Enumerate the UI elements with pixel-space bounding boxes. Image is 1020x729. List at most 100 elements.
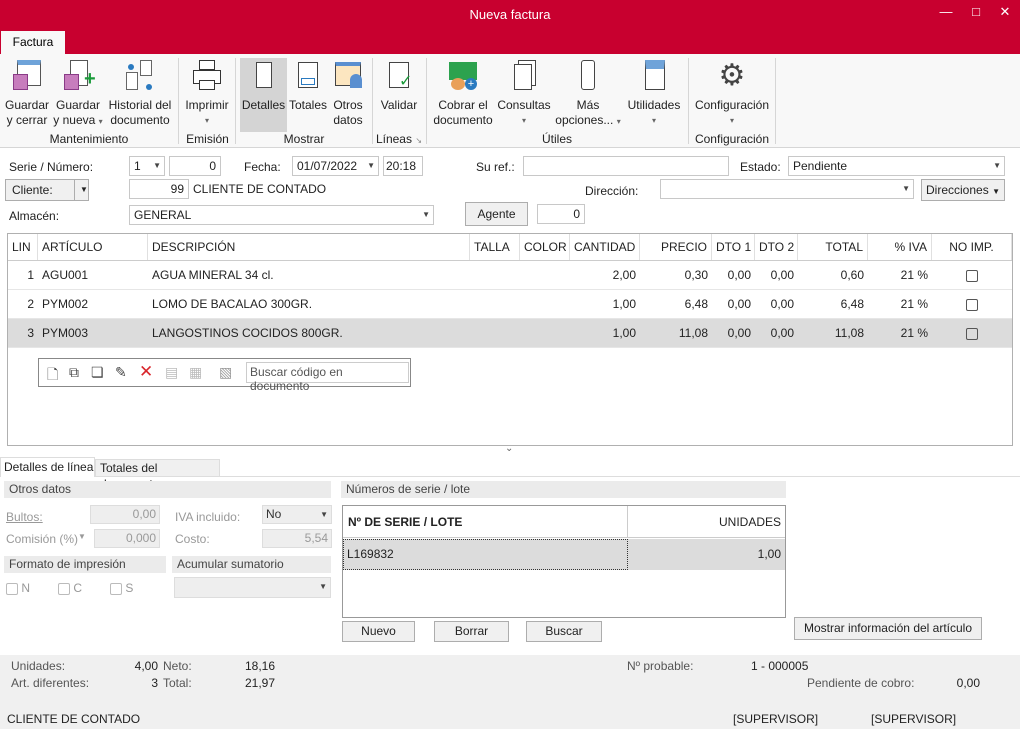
more-options-button[interactable]: Más opciones... ▾ [554,58,622,129]
series-col-lote: Nº DE SERIE / LOTE [343,506,628,538]
other-data-button[interactable]: Otros datos [330,58,366,128]
direcciones-button[interactable]: Direcciones ▼ [921,179,1005,201]
cliente-code-input[interactable]: 99 [129,179,189,199]
column-header[interactable]: COLOR [520,234,570,260]
lines-grid: LIN ARTÍCULO DESCRIPCIÓN TALLA COLOR CANTIDAD… [7,233,1013,446]
column-header[interactable]: DESCRIPCIÓN [148,234,470,260]
column-header[interactable]: TOTAL [798,234,868,260]
new-line-icon[interactable]: 🗋 [47,364,58,388]
grid-cell: LOMO DE BACALAO 300GR. [152,297,313,311]
maximize-button[interactable]: □ [964,4,988,24]
details-icon [248,58,280,94]
grid-cell: 0,00 [770,268,794,282]
cliente-name: CLIENTE DE CONTADO [193,182,327,196]
column-header[interactable]: DTO 1 [712,234,755,260]
save-new-button[interactable]: + Guardar y nueva ▾ [53,58,103,129]
agente-input[interactable]: 0 [537,204,585,224]
format-c-checkbox[interactable]: C [58,581,82,595]
pendiente-value: 0,00 [956,676,980,690]
print-button[interactable]: Imprimir ▾ [184,58,230,128]
serie-select[interactable]: 1 ▼ [129,156,165,176]
column-header[interactable]: CANTIDAD [570,234,640,260]
totals-button[interactable]: Totales [289,58,327,113]
table-row[interactable]: 3 PYM003 LANGOSTINOS COCIDOS 800GR. 1,00 11,… [8,319,1012,348]
acumular-select[interactable]: ▼ [174,577,331,598]
borrar-button[interactable]: Borrar [434,621,509,642]
image-icon[interactable]: ▦ [189,364,202,381]
mostrar-info-button[interactable]: Mostrar información del artículo [794,617,982,640]
grid-cell [520,290,570,318]
grid-cell: 11,08 [834,326,864,340]
serie-label: Serie / Número: [9,160,94,174]
collect-button[interactable]: + Cobrar el documento [432,58,494,128]
history-button[interactable]: Historial del documento [107,58,173,128]
cliente-button[interactable]: Cliente: ▼ [5,179,89,201]
column-header[interactable]: NO IMP. [932,234,1012,260]
hora-input[interactable]: 20:18 [383,156,423,176]
edit-line-icon[interactable]: ✎ [115,364,127,381]
column-header[interactable]: TALLA [470,234,520,260]
estado-select[interactable]: Pendiente ▼ [788,156,1005,176]
grid-cell: 6,48 [840,297,864,311]
neto-value: 18,16 [245,659,276,673]
agente-button[interactable]: Agente [465,202,528,226]
format-n-checkbox[interactable]: N [6,581,30,595]
search-code-input[interactable]: Buscar código en documento [246,362,409,393]
almacen-select[interactable]: GENERAL ▼ [129,205,434,225]
printer-icon [191,58,223,94]
tab-factura[interactable]: Factura [1,31,65,54]
gear-icon: ⚙ [718,59,746,92]
delete-line-icon[interactable]: ✕ [139,362,153,382]
pendiente-label: Pendiente de cobro: [807,676,915,690]
buscar-button[interactable]: Buscar [526,621,602,642]
numero-input[interactable]: 0 [169,156,221,176]
grid-cell: 1,00 [612,326,636,340]
tab-detalles-linea[interactable]: Detalles de línea [0,457,95,477]
column-header[interactable]: LIN [8,234,38,260]
tab-totales-documento[interactable]: Totales del documento [95,459,220,491]
direccion-select[interactable]: ▼ [660,179,914,199]
chevron-down-icon[interactable]: ⌄ [505,443,513,454]
comision-input[interactable]: 0,000 [94,529,160,548]
format-s-checkbox[interactable]: S [110,581,133,595]
total-value: 21,97 [245,676,276,690]
notes-icon[interactable]: ▤ [165,364,178,381]
copy-line-icon[interactable]: ❏ [91,364,104,381]
scanner-icon[interactable]: ▧ [219,364,232,381]
table-row[interactable]: 1 AGU001 AGUA MINERAL 34 cl. 2,00 0,30 0,00 0,… [8,261,1012,290]
direccion-label: Dirección: [585,184,639,198]
no-imp-checkbox[interactable] [932,319,1012,347]
grid-cell [470,261,520,289]
column-header[interactable]: PRECIO [640,234,712,260]
column-header[interactable]: % IVA [868,234,932,260]
queries-button[interactable]: Consultas ▾ [496,58,552,128]
costo-input[interactable]: 5,54 [262,529,332,548]
details-button[interactable]: Detalles [240,58,287,132]
validate-icon: ✓ [383,58,415,94]
utilities-button[interactable]: Utilidades ▾ [626,58,682,128]
suref-input[interactable] [523,156,729,176]
column-header[interactable]: DTO 2 [755,234,798,260]
comision-dropdown[interactable]: ▼ [78,532,86,541]
validate-button[interactable]: ✓ Validar [378,58,420,113]
close-button[interactable]: ✕ [993,4,1017,24]
save-close-button[interactable]: Guardar y cerrar [4,58,50,128]
configuration-button[interactable]: ⚙ Configuración ▾ [692,58,772,128]
insert-line-icon[interactable]: ⧉ [69,364,79,381]
unidades-label: Unidades: [11,659,66,673]
table-row[interactable]: 2 PYM002 LOMO DE BACALAO 300GR. 1,00 6,48 0,0… [8,290,1012,319]
minimize-button[interactable]: — [934,4,958,24]
no-imp-checkbox[interactable] [932,290,1012,318]
grid-cell: 21 % [900,268,928,282]
fecha-picker[interactable]: 01/07/2022 ▼ [292,156,379,176]
grid-cell: 11,08 [678,326,708,340]
bultos-input[interactable]: 0,00 [90,505,160,524]
column-header[interactable]: ARTÍCULO [38,234,148,260]
iva-incluido-select[interactable]: No ▼ [262,505,332,524]
series-row[interactable]: L169832 1,00 [343,539,785,570]
nuevo-button[interactable]: Nuevo [342,621,415,642]
grid-cell: 2 [27,297,34,311]
no-imp-checkbox[interactable] [932,261,1012,289]
estado-label: Estado: [740,160,781,174]
grid-cell: 0,00 [727,268,751,282]
